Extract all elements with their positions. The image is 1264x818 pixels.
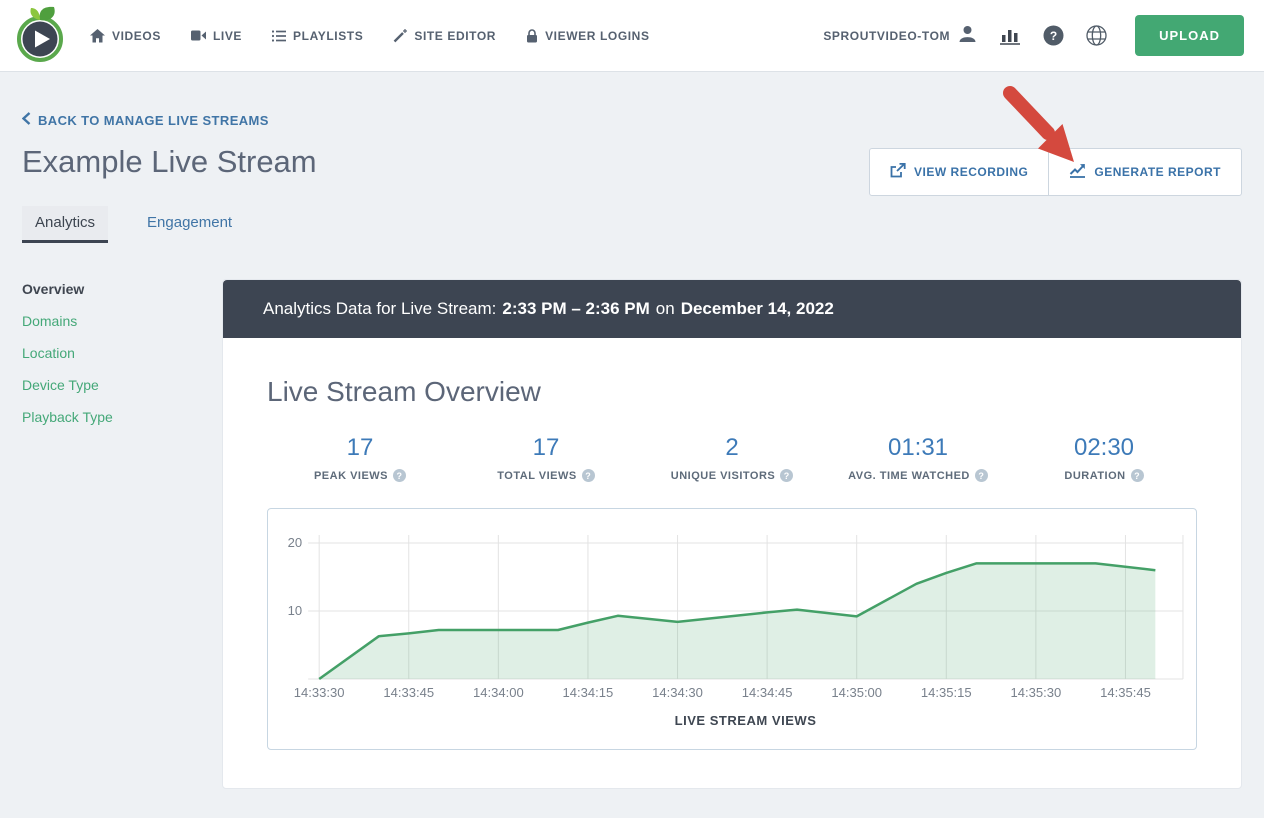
view-recording-button[interactable]: VIEW RECORDING (870, 149, 1049, 195)
stat-value: 17 (267, 434, 453, 462)
nav-item-site-editor[interactable]: SITE EDITOR (393, 29, 496, 43)
nav-item-label: PLAYLISTS (293, 29, 363, 43)
svg-text:14:35:00: 14:35:00 (831, 685, 882, 700)
stat-value: 01:31 (825, 434, 1011, 462)
stat-peak-views: 17 PEAK VIEWS? (267, 434, 453, 482)
nav-item-label: VIEWER LOGINS (545, 29, 649, 43)
help-tooltip-icon[interactable]: ? (582, 469, 595, 482)
lock-icon (526, 29, 538, 43)
playlist-icon (272, 30, 286, 42)
home-icon (90, 29, 105, 43)
help-tooltip-icon[interactable]: ? (780, 469, 793, 482)
main-menu: VIDEOS LIVE PLAYLISTS SITE EDITOR VIEWER… (90, 29, 650, 43)
banner-date: December 14, 2022 (681, 299, 834, 319)
stat-value: 02:30 (1011, 434, 1197, 462)
nav-item-videos[interactable]: VIDEOS (90, 29, 161, 43)
tab-analytics[interactable]: Analytics (22, 206, 108, 243)
back-link-label: BACK TO MANAGE LIVE STREAMS (38, 113, 269, 128)
nav-item-viewer-logins[interactable]: VIEWER LOGINS (526, 29, 649, 43)
sidebar-item-device-type[interactable]: Device Type (22, 377, 222, 393)
help-tooltip-icon[interactable]: ? (1131, 469, 1144, 482)
top-navigation: VIDEOS LIVE PLAYLISTS SITE EDITOR VIEWER… (0, 0, 1264, 72)
help-tooltip-icon[interactable]: ? (975, 469, 988, 482)
stat-avg-time-watched: 01:31 AVG. TIME WATCHED? (825, 434, 1011, 482)
sidebar-item-overview[interactable]: Overview (22, 281, 222, 297)
page-head: BACK TO MANAGE LIVE STREAMS Example Live… (0, 72, 1264, 180)
camera-icon (191, 30, 206, 41)
section-title: Live Stream Overview (267, 376, 1197, 408)
stat-label: AVG. TIME WATCHED (848, 470, 970, 482)
stat-value: 2 (639, 434, 825, 462)
tab-engagement[interactable]: Engagement (134, 206, 245, 243)
nav-item-label: SITE EDITOR (414, 29, 496, 43)
svg-text:14:34:30: 14:34:30 (652, 685, 703, 700)
stat-unique-visitors: 2 UNIQUE VISITORS? (639, 434, 825, 482)
svg-text:14:35:15: 14:35:15 (921, 685, 972, 700)
nav-item-live[interactable]: LIVE (191, 29, 242, 43)
stat-label: TOTAL VIEWS (497, 470, 576, 482)
svg-text:10: 10 (288, 603, 303, 618)
stream-tabs: Analytics Engagement (0, 206, 1264, 243)
sproutvideo-logo[interactable] (12, 6, 68, 66)
sidebar-item-domains[interactable]: Domains (22, 313, 222, 329)
stat-value: 17 (453, 434, 639, 462)
analytics-card: Analytics Data for Live Stream: 2:33 PM … (222, 279, 1242, 789)
svg-text:LIVE STREAM VIEWS: LIVE STREAM VIEWS (675, 713, 817, 728)
back-link[interactable]: BACK TO MANAGE LIVE STREAMS (22, 112, 269, 128)
stat-label: UNIQUE VISITORS (671, 470, 775, 482)
nav-item-label: VIDEOS (112, 29, 161, 43)
svg-text:14:33:30: 14:33:30 (294, 685, 345, 700)
account-label: SPROUTVIDEO-TOM (823, 29, 950, 43)
globe-icon[interactable] (1086, 25, 1107, 46)
banner-time-range: 2:33 PM – 2:36 PM (502, 299, 649, 319)
svg-text:14:33:45: 14:33:45 (383, 685, 434, 700)
svg-text:14:35:30: 14:35:30 (1011, 685, 1062, 700)
export-icon (890, 163, 906, 181)
nav-right-cluster: SPROUTVIDEO-TOM ? UPLOAD (823, 15, 1244, 56)
svg-text:14:34:45: 14:34:45 (742, 685, 793, 700)
svg-text:14:34:15: 14:34:15 (563, 685, 614, 700)
live-stream-views-chart: 10 20 14:33:30 14:33:45 14:34:00 14:34:15 14:3… (267, 508, 1197, 750)
view-recording-label: VIEW RECORDING (914, 165, 1028, 179)
wand-icon (393, 29, 407, 43)
sidebar-item-location[interactable]: Location (22, 345, 222, 361)
stats-row: 17 PEAK VIEWS? 17 TOTAL VIEWS? 2 UNIQUE … (267, 434, 1197, 482)
svg-text:?: ? (1050, 29, 1057, 43)
user-icon (958, 25, 977, 46)
upload-button[interactable]: UPLOAD (1135, 15, 1244, 56)
nav-item-playlists[interactable]: PLAYLISTS (272, 29, 363, 43)
svg-text:14:34:00: 14:34:00 (473, 685, 524, 700)
generate-report-button[interactable]: GENERATE REPORT (1049, 149, 1241, 195)
help-tooltip-icon[interactable]: ? (393, 469, 406, 482)
stat-total-views: 17 TOTAL VIEWS? (453, 434, 639, 482)
banner-prefix: Analytics Data for Live Stream: (263, 299, 496, 319)
svg-text:14:35:45: 14:35:45 (1100, 685, 1151, 700)
analytics-icon[interactable] (999, 27, 1021, 45)
stat-duration: 02:30 DURATION? (1011, 434, 1197, 482)
banner-connector: on (656, 299, 675, 319)
chevron-left-icon (22, 112, 31, 128)
stream-action-buttons: VIEW RECORDING GENERATE REPORT (869, 148, 1242, 196)
area-chart-svg: 10 20 14:33:30 14:33:45 14:34:00 14:34:15 14:3… (268, 509, 1196, 749)
generate-report-label: GENERATE REPORT (1094, 165, 1221, 179)
analytics-content: Overview Domains Location Device Type Pl… (0, 279, 1264, 807)
analytics-banner: Analytics Data for Live Stream: 2:33 PM … (223, 280, 1241, 338)
overview-section: Live Stream Overview 17 PEAK VIEWS? 17 T… (223, 338, 1241, 788)
stat-label: DURATION (1064, 470, 1125, 482)
sidebar-item-playback-type[interactable]: Playback Type (22, 409, 222, 425)
analytics-sidebar: Overview Domains Location Device Type Pl… (22, 279, 222, 789)
account-menu[interactable]: SPROUTVIDEO-TOM (823, 25, 977, 46)
nav-item-label: LIVE (213, 29, 242, 43)
report-icon (1069, 163, 1086, 181)
help-icon[interactable]: ? (1043, 25, 1064, 46)
svg-text:20: 20 (288, 535, 303, 550)
stat-label: PEAK VIEWS (314, 470, 388, 482)
